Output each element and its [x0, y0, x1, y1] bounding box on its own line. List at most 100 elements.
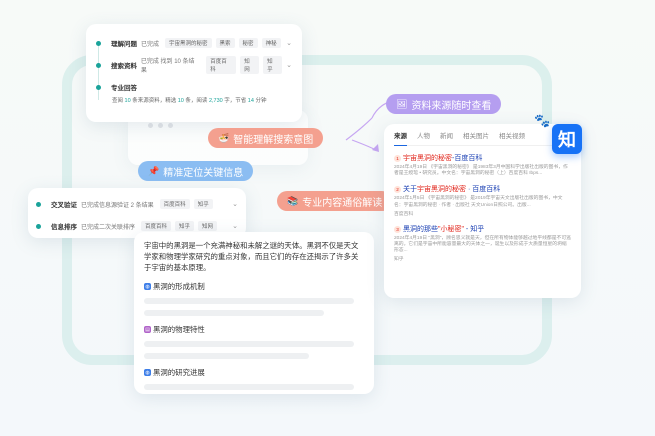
step-title: 搜索资料 — [111, 63, 137, 70]
search-steps-card: 理解问题 已完成 宇宙黑洞的秘密 黑索 秘密 神秘 ⌄ 搜索资料 已完成 找到 … — [86, 24, 302, 122]
summary-prefix: 查阅 — [112, 98, 124, 104]
title-highlight: 宇宙黑洞的秘密 — [417, 186, 466, 194]
title-highlight: 宇宙黑洞的秘密 — [403, 155, 452, 162]
chevron-down-icon[interactable]: ⌄ — [286, 61, 292, 69]
tab-people[interactable]: 人物 — [417, 130, 430, 140]
answer-article-card: 宇宙中的黑洞是一个充满神秘和未解之谜的天体。黑洞不仅是天文学家和物理学家研究的重… — [134, 232, 374, 394]
step-verify[interactable]: 交叉验证 已完成信息源验证 2 条结果 百度百科 知乎 ⌄ — [36, 193, 238, 215]
placeholder-line — [144, 384, 354, 390]
step-title: 理解问题 — [111, 41, 137, 48]
step-dot — [36, 223, 41, 229]
title-text: 黑洞的那些 — [403, 225, 438, 233]
step-title: 专业回答 — [111, 85, 137, 92]
keyword-chip: 宇宙黑洞的秘密 — [165, 38, 212, 48]
title-text: -百度百科 — [452, 155, 483, 162]
step-title: 交叉验证 — [51, 202, 77, 209]
result-snippet: 2024年4月19日 《宇宙黑洞的秘密》 是1983年3月中国科学出版社出版的图… — [394, 165, 568, 177]
source-chip: 知乎 — [175, 221, 195, 231]
feature-pill-understand: 🍜 智能理解搜索意图 — [208, 128, 324, 148]
step-status: 已完成 — [141, 41, 160, 48]
window-dots — [148, 123, 173, 128]
pill-label: 精准定位关键信息 — [163, 167, 244, 179]
pill-label: 智能理解搜索意图 — [233, 134, 314, 146]
source-chip: 知乎 — [263, 56, 283, 74]
chevron-down-icon[interactable]: ⌄ — [286, 39, 292, 47]
image-icon: 🖼 — [396, 98, 408, 109]
pill-label: 资料来源随时查看 — [411, 100, 492, 112]
book-icon: ▤ — [144, 326, 151, 333]
chevron-down-icon[interactable]: ⌄ — [232, 200, 238, 208]
pushpin-icon: 📌 — [148, 165, 160, 176]
pill-label: 专业内容通俗解读 — [302, 197, 383, 209]
bowl-icon: 🍜 — [218, 132, 230, 143]
title-highlight: "小秘密" — [438, 225, 464, 233]
placeholder-line — [144, 298, 354, 304]
article-intro: 宇宙中的黑洞是一个充满神秘和未解之谜的天体。黑洞不仅是天文学家和物理学家研究的重… — [144, 241, 359, 272]
source-chip: 知网 — [198, 221, 218, 231]
title-text: - 知乎 — [463, 225, 485, 233]
summary-text: 字，节省 — [224, 98, 247, 104]
paw-icon: 🐾 — [534, 113, 551, 128]
result-source: 知乎 — [394, 257, 404, 263]
summary-text: 条来源资料，精选 — [132, 98, 177, 104]
step-dot — [96, 84, 101, 90]
article-section[interactable]: ◍ 黑洞的形成机制 — [144, 281, 364, 292]
step-understand[interactable]: 理解问题 已完成 宇宙黑洞的秘密 黑索 秘密 神秘 ⌄ — [96, 32, 292, 54]
rank-badge: 2 — [394, 186, 401, 194]
step-status: 已完成信息源验证 2 条结果 — [81, 202, 154, 209]
feature-pill-locate: 📌 精准定位关键信息 — [138, 161, 254, 181]
source-chip: 知网 — [240, 56, 260, 74]
placeholder-line — [144, 310, 324, 316]
source-chip: 知乎 — [193, 199, 213, 209]
step-dot — [96, 40, 101, 46]
picked-count: 10 — [177, 98, 184, 104]
words-count: 2,730 — [208, 98, 223, 104]
tab-sources[interactable]: 来源 — [394, 130, 407, 146]
tab-news[interactable]: 新闻 — [440, 130, 453, 140]
result-title[interactable]: 3 黑洞的那些"小秘密" - 知乎 — [394, 224, 571, 234]
placeholder-line — [144, 353, 309, 359]
result-snippet: 2024年1月5日 《宇宙黑洞的秘密》 是2019年宇宙天文出版社出版的图书，中… — [394, 196, 563, 208]
placeholder-line — [144, 341, 354, 347]
result-title[interactable]: 1 宇宙黑洞的秘密-百度百科 — [394, 153, 571, 163]
summary-text: 条，阅读 — [185, 98, 208, 104]
tab-images[interactable]: 相关图片 — [463, 130, 489, 140]
title-text: 关于 — [403, 186, 417, 194]
result-snippet: 2024年4月19日 "黑洞"，顾名思义就是天，但在所有物体能够越过地平线都是不… — [394, 235, 571, 254]
title-text: · 百度百科 — [466, 186, 501, 194]
keyword-chip: 黑索 — [215, 38, 235, 48]
feature-pill-sources: 🖼 资料来源随时查看 — [386, 94, 502, 114]
section-heading: 黑洞的形成机制 — [153, 282, 205, 291]
step-title: 信息排序 — [51, 224, 77, 231]
result-item[interactable]: 3 黑洞的那些"小秘密" - 知乎 2024年4月19日 "黑洞"，顾名思义就是天… — [394, 224, 571, 263]
feature-pill-interpret: 📚 专业内容通俗解读 — [277, 191, 393, 211]
verification-steps-card: 交叉验证 已完成信息源验证 2 条结果 百度百科 知乎 ⌄ 信息排序 已完成二次… — [28, 188, 246, 238]
tab-videos[interactable]: 相关视频 — [499, 130, 525, 140]
section-heading: 黑洞的物理特性 — [153, 325, 205, 334]
results-tabs: 来源 人物 新闻 相关图片 相关视频 — [394, 130, 571, 146]
keyword-chip: 秘密 — [238, 38, 258, 48]
step-answer: 专业回答 — [96, 76, 292, 98]
source-chip: 百度百科 — [206, 56, 237, 74]
zhihu-logo: 知 — [552, 124, 582, 154]
source-chip: 百度百科 — [159, 199, 190, 209]
step-dot — [96, 62, 101, 68]
step-dot — [36, 201, 41, 207]
article-section[interactable]: ◍ 黑洞的研究进展 — [144, 367, 364, 378]
result-item[interactable]: 1 宇宙黑洞的秘密-百度百科 2024年4月19日 《宇宙黑洞的秘密》 是1983… — [394, 153, 571, 177]
globe-icon: ◍ — [144, 369, 151, 376]
article-section[interactable]: ▤ 黑洞的物理特性 — [144, 324, 364, 335]
sources-count: 10 — [124, 98, 131, 104]
source-chip: 百度百科 — [141, 221, 172, 231]
result-item[interactable]: 2 关于宇宙黑洞的秘密 · 百度百科 2024年1月5日 《宇宙黑洞的秘密》 是2… — [394, 184, 571, 217]
minutes-count: 14 — [247, 98, 254, 104]
step-search[interactable]: 搜索资料 已完成 找到 10 条结果 百度百科 知网 知乎 ⌄ — [96, 54, 292, 76]
rank-badge: 3 — [394, 225, 401, 233]
step-status: 已完成二次关联排序 — [81, 224, 136, 231]
chevron-down-icon[interactable]: ⌄ — [232, 222, 238, 230]
globe-icon: ◍ — [144, 283, 151, 290]
result-title[interactable]: 2 关于宇宙黑洞的秘密 · 百度百科 — [394, 184, 571, 194]
step-status: 已完成 找到 10 条结果 — [140, 59, 195, 74]
section-heading: 黑洞的研究进展 — [153, 368, 205, 377]
summary-text: 分钟 — [255, 98, 267, 104]
